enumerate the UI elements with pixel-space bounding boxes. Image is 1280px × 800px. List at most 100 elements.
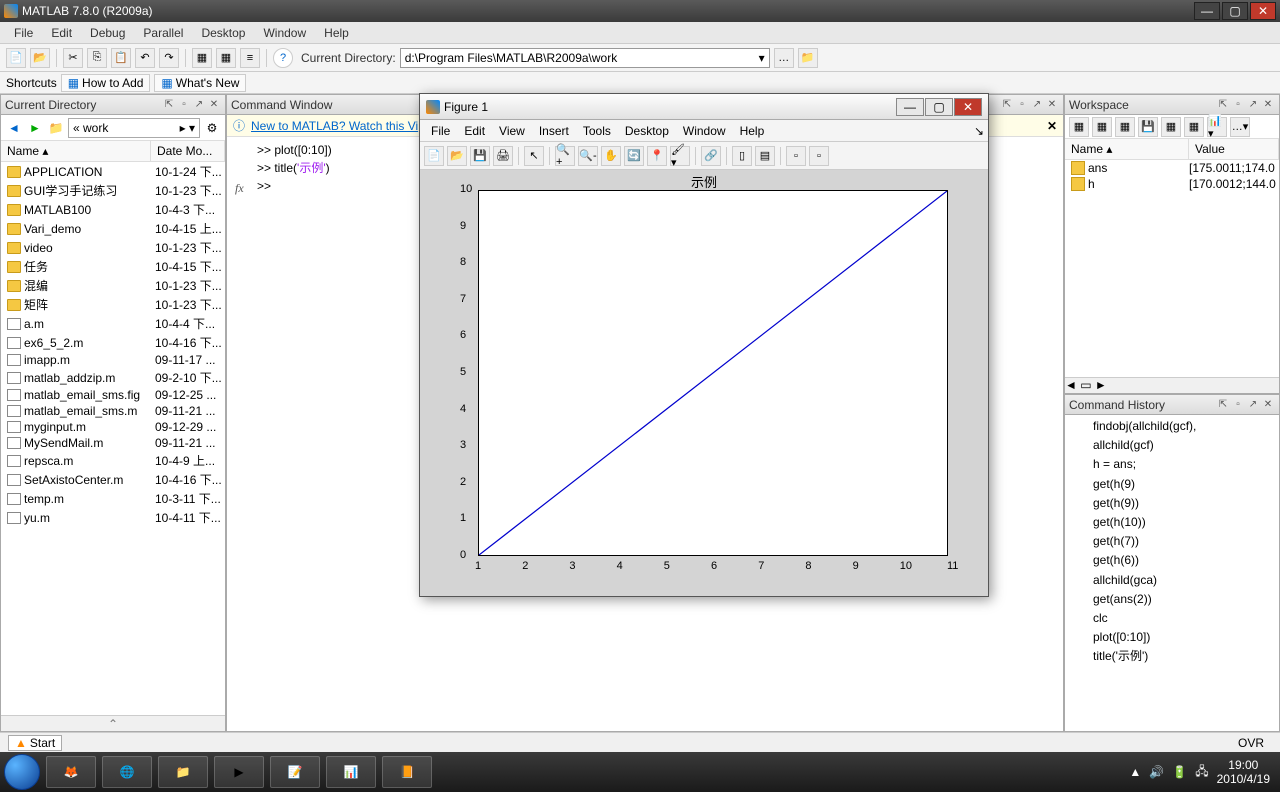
panel-max-icon[interactable]: ↗ (1246, 398, 1260, 412)
plot-axes[interactable] (478, 190, 948, 556)
dock-icon[interactable]: ⇱ (1216, 398, 1230, 412)
panel-close-icon[interactable]: ✕ (1261, 398, 1275, 412)
fmenu-help[interactable]: Help (733, 122, 772, 140)
open-icon[interactable]: 📂 (30, 48, 50, 68)
brush-icon[interactable]: 🖌▾ (670, 146, 690, 166)
history-item[interactable]: get(h(9) (1069, 475, 1275, 494)
history-item[interactable]: get(h(10)) (1069, 513, 1275, 532)
panel-menu-icon[interactable]: ▫ (1015, 98, 1029, 112)
list-item[interactable]: video10-1-23 下... (1, 238, 225, 257)
panel-close-icon[interactable]: ✕ (207, 98, 221, 112)
task-explorer[interactable]: 📁 (158, 756, 208, 788)
undo-icon[interactable]: ↶ (135, 48, 155, 68)
task-ppt[interactable]: 📙 (382, 756, 432, 788)
new-icon[interactable]: 📄 (6, 48, 26, 68)
list-item[interactable]: ex6_5_2.m10-4-16 下... (1, 333, 225, 352)
history-item[interactable]: h = ans; (1069, 455, 1275, 474)
dock-icon[interactable]: ⇱ (1000, 98, 1014, 112)
start-orb[interactable] (4, 754, 40, 790)
var-row[interactable]: h[170.0012;144.0 (1065, 176, 1279, 192)
open-var-icon[interactable]: ▦ (1092, 117, 1112, 137)
close-button[interactable]: ✕ (1250, 2, 1276, 20)
tray-icon[interactable]: 🔊 (1149, 765, 1164, 779)
task-notes[interactable]: 📝 (270, 756, 320, 788)
info-close-icon[interactable]: ✕ (1047, 119, 1057, 133)
tray-icon[interactable]: 🔋 (1172, 765, 1187, 779)
task-ie[interactable]: 🌐 (102, 756, 152, 788)
panel-max-icon[interactable]: ↗ (1246, 98, 1260, 112)
history-item[interactable]: allchild(gcf) (1069, 436, 1275, 455)
list-item[interactable]: 矩阵10-1-23 下... (1, 295, 225, 314)
zoom-in-icon[interactable]: 🔍+ (555, 146, 575, 166)
rotate-icon[interactable]: 🔄 (624, 146, 644, 166)
legend-icon[interactable]: ▤ (755, 146, 775, 166)
info-text[interactable]: New to MATLAB? Watch this Vi (251, 119, 418, 133)
history-item[interactable]: plot([0:10]) (1069, 628, 1275, 647)
list-item[interactable]: Vari_demo10-4-15 上... (1, 219, 225, 238)
list-item[interactable]: MATLAB10010-4-3 下... (1, 200, 225, 219)
fmenu-edit[interactable]: Edit (457, 122, 492, 140)
fmenu-file[interactable]: File (424, 122, 457, 140)
panel-max-icon[interactable]: ↗ (1030, 98, 1044, 112)
system-tray[interactable]: ▲ 🔊 🔋 🖧 19:00 2010/4/19 (1129, 758, 1276, 787)
history-item[interactable]: get(h(7)) (1069, 532, 1275, 551)
task-firefox[interactable]: 🦊 (46, 756, 96, 788)
panel-max-icon[interactable]: ↗ (192, 98, 206, 112)
paste-icon[interactable]: 📋 (111, 48, 131, 68)
import-icon[interactable]: ▦ (1115, 117, 1135, 137)
col-value[interactable]: Value (1189, 139, 1279, 159)
back-icon[interactable]: ◄ (5, 119, 23, 137)
fmenu-tools[interactable]: Tools (576, 122, 618, 140)
maximize-button[interactable]: ▢ (1222, 2, 1248, 20)
plot-select-icon[interactable]: 📊▾ (1207, 117, 1227, 137)
menu-help[interactable]: Help (316, 24, 357, 42)
fmenu-view[interactable]: View (492, 122, 532, 140)
menu-edit[interactable]: Edit (43, 24, 80, 42)
browse-icon[interactable]: … (774, 48, 794, 68)
fig-minimize-button[interactable]: — (896, 98, 924, 116)
fig-maximize-button[interactable]: ▢ (925, 98, 953, 116)
list-item[interactable]: GUI学习手记练习10-1-23 下... (1, 181, 225, 200)
history-item[interactable]: findobj(allchild(gcf), (1069, 417, 1275, 436)
figure-window[interactable]: Figure 1 — ▢ ✕ File Edit View Insert Too… (419, 93, 989, 597)
gear-icon[interactable]: ⚙ (203, 119, 221, 137)
help-icon[interactable]: ? (273, 48, 293, 68)
expand-icon[interactable]: ⌃ (1, 715, 225, 731)
fmenu-window[interactable]: Window (676, 122, 733, 140)
redo-icon[interactable]: ↷ (159, 48, 179, 68)
new-fig-icon[interactable]: 📄 (424, 146, 444, 166)
dropdown-icon[interactable]: ▾ (759, 51, 765, 65)
fig-close-button[interactable]: ✕ (954, 98, 982, 116)
start-button[interactable]: ▲Start (8, 735, 62, 751)
panel-close-icon[interactable]: ✕ (1045, 98, 1059, 112)
fmenu-insert[interactable]: Insert (532, 122, 576, 140)
zoom-out-icon[interactable]: 🔍- (578, 146, 598, 166)
figure-titlebar[interactable]: Figure 1 — ▢ ✕ (420, 94, 988, 120)
profiler-icon[interactable]: ≡ (240, 48, 260, 68)
history-item[interactable]: clc (1069, 609, 1275, 628)
up-folder-icon[interactable]: 📁 (798, 48, 818, 68)
task-wmp[interactable]: ▶ (214, 756, 264, 788)
history-list[interactable]: findobj(allchild(gcf),allchild(gcf)h = a… (1065, 415, 1279, 731)
history-item[interactable]: get(h(9)) (1069, 494, 1275, 513)
datatip-icon[interactable]: 📍 (647, 146, 667, 166)
path-box[interactable]: « work ▸ ▾ (68, 118, 200, 138)
hide-icon[interactable]: ▫ (786, 146, 806, 166)
col-date[interactable]: Date Mo... (151, 141, 225, 161)
show-icon[interactable]: ▫ (809, 146, 829, 166)
print-icon[interactable]: ▦ (1161, 117, 1181, 137)
list-item[interactable]: APPLICATION10-1-24 下... (1, 162, 225, 181)
save-icon[interactable]: 💾 (1138, 117, 1158, 137)
panel-close-icon[interactable]: ✕ (1261, 98, 1275, 112)
fmenu-desktop[interactable]: Desktop (618, 122, 676, 140)
list-item[interactable]: MySendMail.m09-11-21 ... (1, 435, 225, 451)
fig-dock-icon[interactable]: ↘ (974, 124, 984, 138)
more-icon[interactable]: …▾ (1230, 117, 1250, 137)
history-item[interactable]: get(ans(2)) (1069, 590, 1275, 609)
col-name[interactable]: Name ▴ (1, 141, 151, 161)
curdir-input[interactable]: d:\Program Files\MATLAB\R2009a\work ▾ (400, 48, 770, 68)
link-icon[interactable]: 🔗 (701, 146, 721, 166)
list-item[interactable]: repsca.m10-4-9 上... (1, 451, 225, 470)
tray-icon[interactable]: ▲ (1129, 765, 1141, 779)
scrollbar[interactable]: ◄ ▭ ► (1065, 377, 1279, 393)
